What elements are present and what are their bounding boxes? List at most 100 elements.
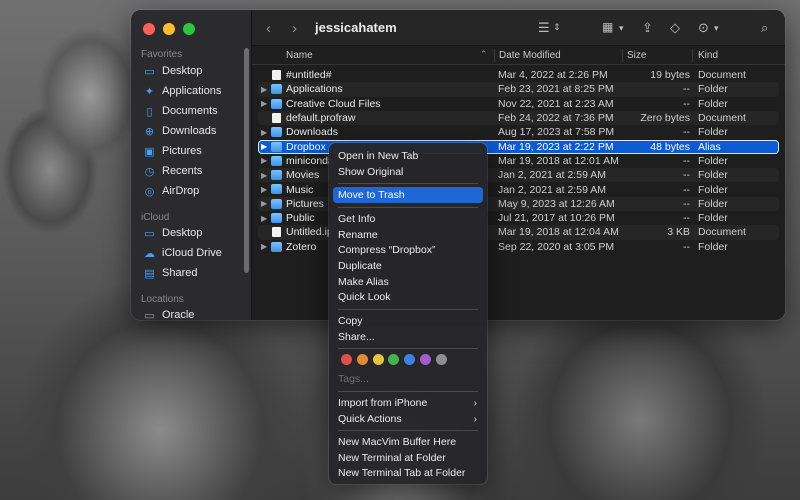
file-name: Music — [286, 183, 314, 196]
tag-orange-dot[interactable] — [356, 354, 368, 365]
chevron-down-icon[interactable]: ▾ — [619, 23, 624, 34]
file-size: -- — [683, 240, 690, 253]
menu-compress[interactable]: Compress “Dropbox” — [333, 242, 483, 258]
sidebar-item[interactable]: ▣ Pictures — [143, 142, 247, 160]
sidebar-item[interactable]: ▭ Desktop — [143, 62, 247, 80]
context-menu: Open in New Tab Show Original Move to Tras… — [329, 143, 487, 484]
zoom-button[interactable] — [183, 23, 195, 35]
tag-blue-dot[interactable] — [404, 354, 416, 365]
menu-quick-actions[interactable]: Quick Actions › — [333, 411, 483, 427]
sidebar-item-label: Desktop — [162, 227, 203, 239]
menu-copy[interactable]: Copy — [333, 313, 483, 329]
file-row[interactable]: ▶ Applications Feb 23, 2021 at 8:25 PM -- Fo… — [258, 82, 779, 97]
tag-red-dot[interactable] — [341, 354, 352, 365]
share-icon[interactable]: ⇪ — [642, 20, 653, 36]
file-row[interactable]: ▶ Creative Cloud Files Nov 22, 2021 at 2:2… — [258, 97, 779, 111]
name-column-header[interactable]: Name — [286, 50, 313, 61]
file-row[interactable]: #untitled# Mar 4, 2022 at 2:26 PM 19 bytes… — [258, 68, 779, 82]
sidebar-item[interactable]: ▭ Oracle — [143, 306, 247, 320]
file-row[interactable]: ▶ Downloads Aug 17, 2023 at 7:58 PM -- Folde… — [258, 125, 779, 139]
sidebar-item[interactable]: ⊕ Downloads — [143, 122, 247, 140]
more-actions-icon[interactable]: ⊙ — [698, 20, 709, 36]
menu-get-info[interactable]: Get Info — [333, 211, 483, 227]
menu-new-terminal[interactable]: New Terminal at Folder — [333, 450, 483, 466]
file-date: Aug 17, 2023 at 7:58 PM — [498, 126, 615, 139]
sidebar-item[interactable]: ▭ Desktop — [143, 224, 247, 242]
file-size: 48 bytes — [650, 140, 690, 153]
menu-macvim-buffer[interactable]: New MacVim Buffer Here — [333, 434, 483, 450]
menu-make-alias[interactable]: Make Alias — [333, 274, 483, 290]
disclosure-triangle-icon[interactable]: ▶ — [261, 85, 267, 94]
menu-move-to-trash[interactable]: Move to Trash — [333, 187, 483, 203]
date-column-header[interactable]: Date Modified — [499, 50, 561, 61]
minimize-button[interactable] — [163, 23, 175, 35]
file-size: -- — [683, 169, 690, 182]
tag-gray-dot[interactable] — [435, 354, 447, 365]
kind-column-header[interactable]: Kind — [698, 50, 718, 61]
back-arrow-icon[interactable]: ‹ — [266, 20, 271, 37]
menu-share[interactable]: Share... — [333, 329, 483, 345]
tag-icon[interactable]: ◇ — [670, 20, 680, 36]
disclosure-triangle-icon[interactable]: ▶ — [261, 199, 267, 208]
disclosure-triangle-icon[interactable]: ▶ — [261, 214, 267, 223]
sidebar-item-label: Pictures — [162, 145, 202, 157]
disclosure-triangle-icon[interactable]: ▶ — [261, 142, 267, 151]
file-date: Sep 22, 2020 at 3:05 PM — [498, 240, 615, 253]
file-row[interactable]: default.profraw Feb 24, 2022 at 7:36 PM Ze… — [258, 110, 779, 126]
desktop-icon: ▭ — [144, 227, 155, 240]
forward-arrow-icon[interactable]: › — [292, 20, 297, 37]
list-view-icon[interactable]: ☰ — [538, 20, 550, 36]
sidebar-item[interactable]: ✦ Applications — [143, 82, 247, 100]
menu-import-iphone[interactable]: Import from iPhone › — [333, 395, 483, 411]
sidebar-item[interactable]: ☁ iCloud Drive — [143, 244, 247, 262]
sidebar-item-label: Recents — [162, 165, 203, 177]
disclosure-triangle-icon[interactable]: ▶ — [261, 185, 267, 194]
sidebar-item-label: Downloads — [162, 125, 217, 137]
group-icon[interactable]: ▦ — [602, 20, 613, 34]
close-button[interactable] — [143, 23, 155, 35]
menu-item-label: Rename — [338, 229, 378, 241]
size-column-header[interactable]: Size — [627, 50, 646, 61]
disclosure-triangle-icon[interactable]: ▶ — [261, 128, 267, 137]
menu-new-terminal-tab[interactable]: New Terminal Tab at Folder — [333, 465, 483, 481]
folder-icon — [271, 170, 282, 181]
sidebar-item[interactable]: ◎ AirDrop — [143, 182, 247, 200]
disclosure-triangle-icon[interactable]: ▶ — [261, 156, 267, 165]
sidebar-scrollbar[interactable] — [244, 48, 249, 273]
file-kind: Folder — [698, 183, 728, 196]
sidebar-item-label: Shared — [162, 267, 198, 279]
file-date: Nov 22, 2021 at 2:23 AM — [498, 97, 614, 110]
sidebar-item[interactable]: ▤ Shared — [143, 264, 247, 282]
shared-folder-icon: ▤ — [144, 267, 155, 280]
search-icon[interactable]: ⌕ — [761, 20, 768, 36]
desktop-icon: ▭ — [144, 65, 155, 78]
disclosure-triangle-icon[interactable]: ▶ — [261, 171, 267, 180]
tag-green-dot[interactable] — [388, 354, 400, 365]
menu-open-new-tab[interactable]: Open in New Tab — [333, 148, 483, 164]
menu-item-label: Quick Actions — [338, 413, 402, 425]
tag-yellow-dot[interactable] — [372, 354, 384, 365]
sort-chevron-icon[interactable]: ⌃ — [480, 49, 488, 60]
view-options-chevron-icon[interactable]: ⇕ — [553, 22, 561, 33]
file-name: miniconda — [286, 154, 334, 167]
menu-item-label: Tags... — [338, 373, 369, 385]
applications-icon: ✦ — [144, 85, 155, 98]
tag-purple-dot[interactable] — [419, 354, 431, 365]
file-name: Downloads — [286, 126, 338, 139]
menu-rename[interactable]: Rename — [333, 227, 483, 243]
file-name: Pictures — [286, 197, 324, 210]
menu-quick-look[interactable]: Quick Look — [333, 289, 483, 305]
menu-show-original[interactable]: Show Original — [333, 164, 483, 180]
sidebar-item[interactable]: ◷ Recents — [143, 162, 247, 180]
file-kind: Folder — [698, 126, 728, 139]
file-name: Untitled.ip — [286, 226, 333, 239]
file-name: Creative Cloud Files — [286, 97, 381, 110]
menu-duplicate[interactable]: Duplicate — [333, 258, 483, 274]
sidebar-item[interactable]: ▯ Documents — [143, 102, 247, 120]
file-size: -- — [683, 126, 690, 139]
disclosure-triangle-icon[interactable]: ▶ — [261, 242, 267, 251]
menu-item-label: Compress “Dropbox” — [338, 244, 436, 256]
more-chevron-icon[interactable]: ▾ — [714, 23, 719, 34]
folder-icon — [271, 141, 282, 152]
disclosure-triangle-icon[interactable]: ▶ — [261, 99, 267, 108]
